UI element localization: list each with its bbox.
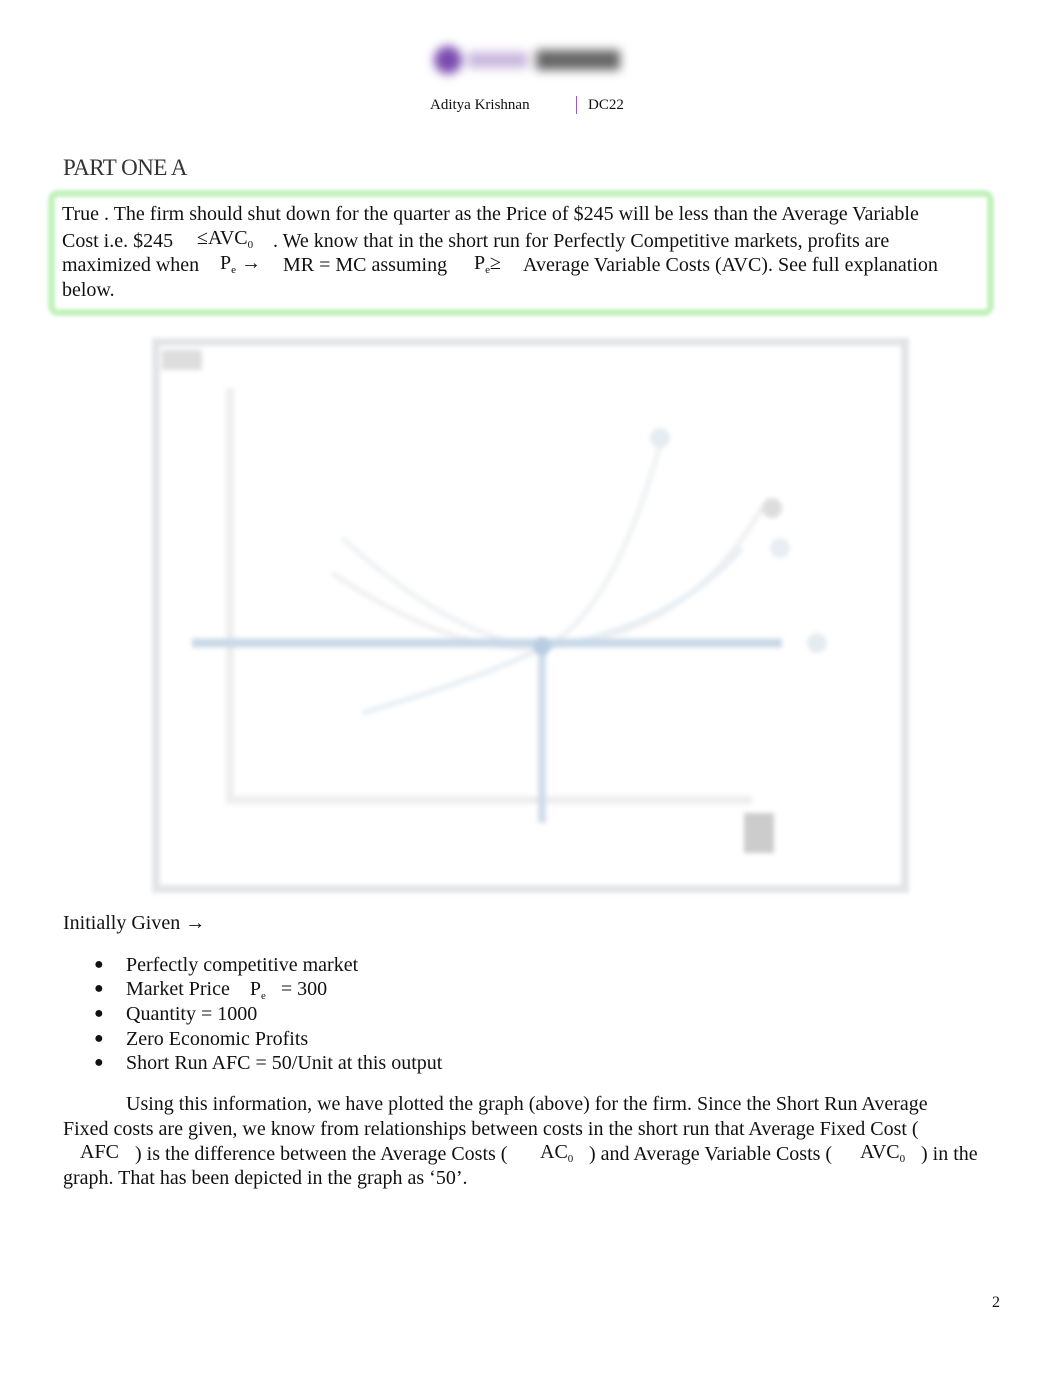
section-title: PART ONE A <box>63 155 188 180</box>
avc-label-blur <box>770 538 790 558</box>
author-name: Aditya Krishnan <box>430 97 530 113</box>
graph-label-blur <box>162 350 202 370</box>
equilibrium-point <box>533 637 551 655</box>
graph-frame <box>152 338 909 893</box>
bullet: ● <box>94 1030 104 1047</box>
bullet: ● <box>94 1005 104 1022</box>
answer-line-2a: Cost i.e. $245 <box>62 230 174 252</box>
paragraph-line-3f: ) in the <box>921 1143 978 1165</box>
mr-label-blur <box>807 633 827 653</box>
logo <box>428 40 623 80</box>
paragraph-line-3d: ) and Average Variable Costs ( <box>589 1143 833 1165</box>
paragraph-ac0: AC0 <box>540 1141 574 1165</box>
header-separator <box>576 96 577 114</box>
answer-line-1: True . The firm should shut down for the… <box>62 203 919 225</box>
bullet: ● <box>94 956 104 973</box>
course-code: DC22 <box>588 97 624 113</box>
bullet: ● <box>94 980 104 997</box>
paragraph-line-1: Using this information, we have plotted … <box>126 1093 928 1115</box>
list-item: Short Run AFC = 50/Unit at this output <box>126 1052 443 1074</box>
ac-label-blur <box>762 498 782 518</box>
mc-label-blur <box>650 428 670 448</box>
paragraph-afc: AFC <box>80 1141 119 1163</box>
answer-line-3e: Pe≥ <box>474 252 501 276</box>
paragraph-line-4: graph. That has been depicted in the gra… <box>63 1167 468 1189</box>
answer-line-4: below. <box>62 279 115 301</box>
axis-label-blur <box>744 813 774 853</box>
answer-line-3d: MR = MC assuming <box>283 254 448 276</box>
bullet: ● <box>94 1054 104 1071</box>
answer-line-3a: maximized when <box>62 254 200 276</box>
list-item: Quantity = 1000 <box>126 1003 258 1025</box>
paragraph-line-2: Fixed costs are given, we know from rela… <box>63 1118 919 1140</box>
answer-line-3b: Pe → <box>220 252 262 276</box>
paragraph-avc0: AVC0 <box>860 1141 906 1165</box>
page-number: 2 <box>992 1294 1000 1311</box>
answer-line-2c: . We know that in the short run for Perf… <box>273 230 890 252</box>
paragraph-line-3b: ) is the difference between the Average … <box>135 1143 508 1165</box>
answer-line-3g: Average Variable Costs (AVC). See full e… <box>523 254 938 276</box>
cost-curves-graph <box>152 338 909 893</box>
list-item: Perfectly competitive market <box>126 954 359 976</box>
given-heading: Initially Given → <box>63 912 206 934</box>
list-item: Zero Economic Profits <box>126 1028 309 1050</box>
